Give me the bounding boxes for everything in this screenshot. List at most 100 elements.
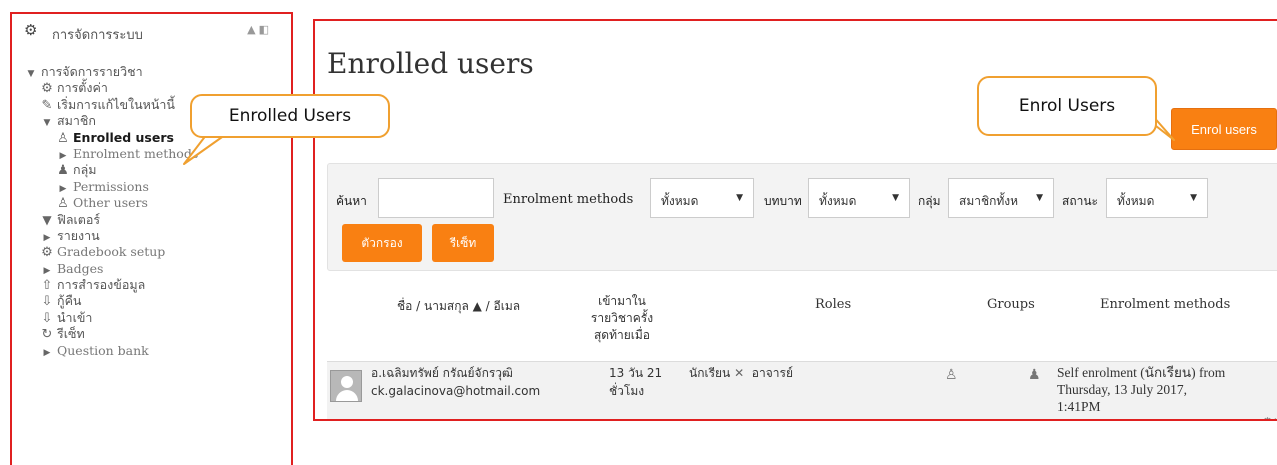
tree-item-label: Other users [73, 195, 148, 211]
download-icon: ⇩ [41, 310, 53, 326]
tree-item[interactable]: ▼ การจัดการรายวิชา [24, 64, 198, 80]
user-icon: ♙ [57, 196, 69, 212]
dock-icon[interactable]: ◧ [259, 23, 272, 36]
user-name[interactable]: อ.เฉลิมทรัพย์ กรัณย์จักรวุฒิ [371, 365, 513, 382]
role-select[interactable]: ทั้งหมด ▼ [808, 178, 910, 218]
tree-item[interactable]: ▶ Enrolment methods [24, 146, 199, 162]
tree-item[interactable]: ✎ เริ่มการแก้ไขในหน้านี้ [24, 97, 198, 113]
role-student: นักเรียน [689, 366, 731, 380]
tree-item-label: นำเข้า [57, 309, 93, 325]
search-input[interactable] [378, 178, 494, 218]
method-line: Thursday, 13 July 2017, [1057, 382, 1187, 397]
filter-icon: ▼ [42, 212, 52, 227]
tree-item[interactable]: ⇧ การสำรองข้อมูล [24, 277, 198, 293]
last-access-header-line: เข้ามาใน [598, 294, 646, 308]
dropdown-caret-icon: ▼ [736, 193, 743, 203]
group-icon: ♟ [57, 163, 69, 179]
tree-item-label: ฟิลเตอร์ [57, 211, 101, 227]
dropdown-caret-icon: ▼ [892, 193, 899, 203]
last-access-column-header[interactable]: เข้ามาใน รายวิชาครั้ง สุดท้ายเมื่อ [577, 293, 667, 344]
pencil-icon: ✎ [41, 97, 53, 113]
tree-item-label: กู้คืน [57, 293, 82, 309]
tree-item[interactable]: ⇩ นำเข้า [24, 310, 198, 326]
add-group-icon[interactable]: ♟ [1028, 367, 1041, 383]
user-icon: ♙ [57, 130, 69, 146]
method-line: Self enrolment (นักเรียน) from [1057, 365, 1226, 380]
callout-enrol-users: Enrol Users [977, 76, 1157, 136]
tree-item[interactable]: ♙ Other users [24, 195, 198, 211]
gears-icon: ⚙ [24, 21, 38, 39]
admin-block: ⚙ การจัดการระบบ ▲◧ ▼ การจัดการรายวิชา ⚙ การ… [10, 12, 293, 465]
tree-item-label: การสำรองข้อมูล [57, 277, 146, 293]
reset-button[interactable]: รีเซ็ท [432, 224, 494, 262]
role-label: บทบาท [764, 194, 802, 208]
role-teacher: อาจารย์ [751, 366, 793, 380]
download-icon: ⇩ [41, 294, 53, 310]
tree-item-label: การตั้งค่า [57, 80, 108, 96]
tree-item-label: กลุ่ม [73, 162, 97, 178]
group-select[interactable]: สมาชิกทั้งห ▼ [948, 178, 1054, 218]
callout-enrolled-users: Enrolled Users [190, 94, 390, 138]
tree-item[interactable]: ⚙ การตั้งค่า [24, 80, 198, 96]
last-access-line: 13 วัน 21 [609, 366, 663, 380]
upload-icon: ⇧ [41, 278, 53, 294]
tree-item-label: Question bank [57, 342, 149, 358]
admin-tree: ▼ การจัดการรายวิชา ⚙ การตั้งค่า ✎ เริ่มการแก้… [24, 64, 199, 359]
tree-item[interactable]: ▶ Badges [24, 261, 198, 277]
status-label: สถานะ [1062, 194, 1098, 208]
last-access-header-line: สุดท้ายเมื่อ [593, 328, 650, 342]
reset-icon: ↻ [41, 327, 53, 343]
tree-item[interactable]: ▼ ฟิลเตอร์ [24, 212, 198, 228]
methods-column-header: Enrolment methods [1100, 297, 1231, 312]
admin-block-title: การจัดการระบบ [52, 28, 143, 43]
gear-icon: ⚙ [41, 245, 53, 261]
block-controls[interactable]: ▲◧ [247, 23, 272, 36]
filter-form: ค้นหา Enrolment methods ทั้งหมด ▼ บทบาท … [327, 163, 1277, 271]
last-access-line: ชั่วโมง [609, 384, 645, 398]
tree-item-label: รายงาน [57, 227, 100, 243]
tree-item[interactable]: ↻ รีเซ็ท [24, 326, 198, 342]
collapse-icon[interactable]: ▲ [247, 23, 258, 36]
tree-item-label: สมาชิก [57, 113, 96, 129]
unenrol-icon[interactable]: ✕ [1273, 415, 1277, 419]
roles-column-header: Roles [815, 297, 852, 312]
tree-item[interactable]: ⚙ Gradebook setup [24, 244, 198, 260]
tree-item[interactable]: ▶ Question bank [24, 343, 198, 359]
enrol-users-button[interactable]: Enrol users [1171, 108, 1277, 150]
tree-item[interactable]: ▶ รายงาน [24, 228, 198, 244]
gear-icon: ⚙ [41, 81, 53, 97]
tree-item[interactable]: ♙ Enrolled users [24, 130, 198, 146]
table-row: อ.เฉลิมทรัพย์ กรัณย์จักรวุฒิ ck.galacino… [327, 362, 1277, 419]
tree-item-label: เริ่มการแก้ไขในหน้านี้ [57, 96, 175, 112]
row-actions: ⚙✕ [1262, 415, 1277, 419]
tree-item[interactable]: ♟ กลุ่ม [24, 162, 198, 178]
tree-item-label: Enrolled users [73, 129, 174, 145]
filter-button[interactable]: ตัวกรอง [342, 224, 422, 262]
tree-item-label: รีเซ็ท [57, 326, 85, 342]
assign-role-icon[interactable]: ♙ [945, 367, 958, 383]
tree-item[interactable]: ⇩ กู้คืน [24, 293, 198, 309]
method-line: 1:41PM [1057, 399, 1101, 414]
dropdown-caret-icon: ▼ [1036, 193, 1043, 203]
groups-column-header: Groups [987, 297, 1035, 312]
enrolment-methods-select[interactable]: ทั้งหมด ▼ [650, 178, 754, 218]
avatar[interactable] [330, 370, 362, 402]
tree-item-label: Permissions [73, 178, 149, 194]
status-value: ทั้งหมด [1117, 194, 1155, 208]
status-select[interactable]: ทั้งหมด ▼ [1106, 178, 1208, 218]
tree-item-label: การจัดการรายวิชา [41, 64, 143, 79]
name-column-header[interactable]: ชื่อ / นามสกุล ▲ / อีเมล [397, 297, 520, 316]
tree-item-label: Badges [57, 260, 104, 276]
edit-enrolment-icon[interactable]: ⚙ [1262, 415, 1273, 419]
enrolment-method-cell: Self enrolment (นักเรียน) from Thursday,… [1057, 364, 1225, 415]
caret-right-icon: ▶ [43, 347, 51, 358]
tree-item[interactable]: ▶ Permissions [24, 179, 198, 195]
group-value: สมาชิกทั้งห [959, 194, 1019, 208]
remove-role-icon[interactable]: ✕ [734, 366, 744, 380]
tree-item-label: Gradebook setup [57, 244, 166, 260]
role-tag: นักเรียน ✕ อาจารย์ [689, 365, 793, 382]
tree-item[interactable]: ▼ สมาชิก [24, 113, 198, 129]
dropdown-caret-icon: ▼ [1190, 193, 1197, 203]
admin-block-header: ⚙ การจัดการระบบ ▲◧ [24, 21, 284, 44]
user-email: ck.galacinova@hotmail.com [371, 384, 541, 398]
